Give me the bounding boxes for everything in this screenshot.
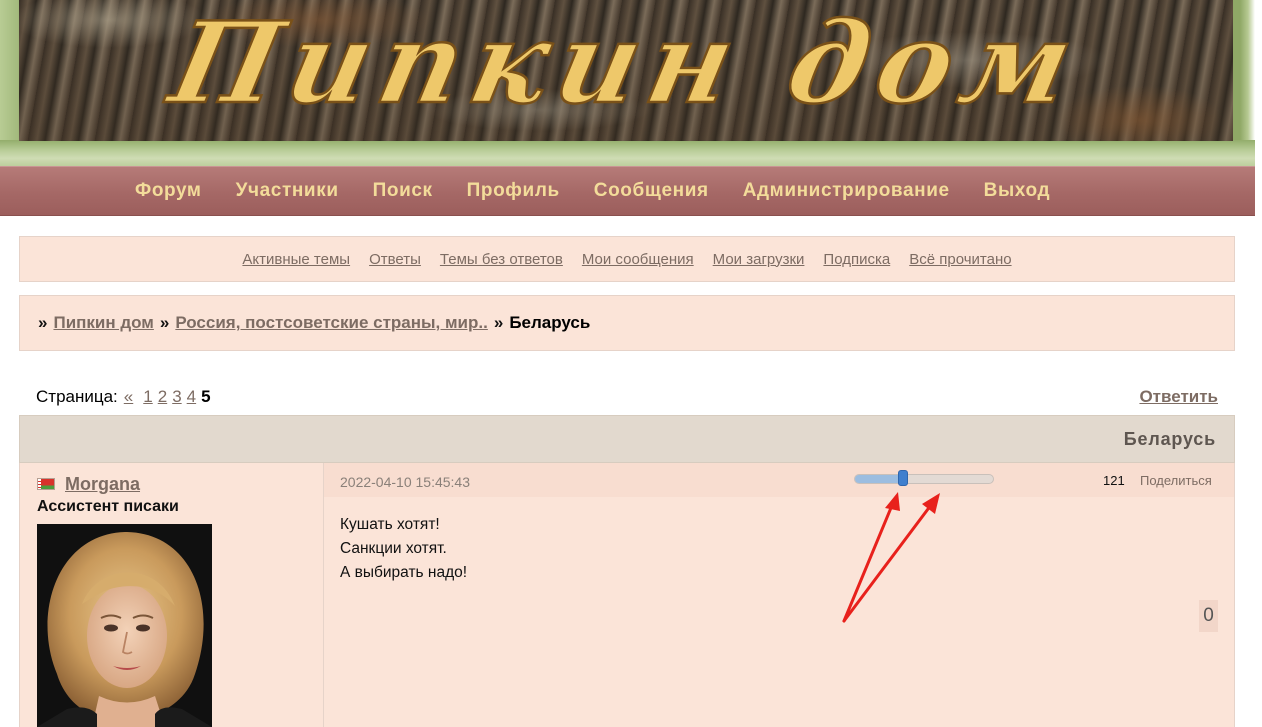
post-rating-slider[interactable] <box>854 470 994 486</box>
reply-button[interactable]: Ответить <box>1139 387 1218 407</box>
site-logo: Пипкин дом <box>156 6 1095 130</box>
nav-item-members[interactable]: Участники <box>219 180 356 202</box>
nav-item-profile[interactable]: Профиль <box>450 180 577 202</box>
post-author-panel: Morgana Ассистент писаки <box>19 463 324 727</box>
topic-title: Беларусь <box>1123 429 1216 449</box>
nav-item-logout[interactable]: Выход <box>967 180 1067 202</box>
breadcrumb: » Пипкин дом » Россия, постсоветские стр… <box>19 295 1235 351</box>
pagination-current-page: 5 <box>201 387 211 406</box>
avatar-portrait <box>37 524 212 727</box>
post-body: Кушать хотят! Санкции хотят. А выбирать … <box>340 513 467 585</box>
topic-header: Беларусь <box>19 415 1235 463</box>
pagination-page-1[interactable]: 1 <box>143 387 152 407</box>
post-author-name[interactable]: Morgana <box>65 474 140 495</box>
breadcrumb-category[interactable]: Россия, постсоветские страны, мир.. <box>175 313 487 333</box>
main-nav-items: Форум Участники Поиск Профиль Сообщения … <box>118 167 1067 215</box>
pagination-prev[interactable]: « <box>124 387 133 407</box>
pagination-page-3[interactable]: 3 <box>172 387 181 407</box>
post-line: Санкции хотят. <box>340 540 447 557</box>
nav-item-forum[interactable]: Форум <box>118 180 219 202</box>
pagination-page-4[interactable]: 4 <box>187 387 196 407</box>
slider-thumb[interactable] <box>898 470 909 486</box>
nav-item-messages[interactable]: Сообщения <box>577 180 726 202</box>
main-nav: Форум Участники Поиск Профиль Сообщения … <box>0 166 1255 216</box>
site-banner[interactable]: Пипкин дом <box>19 0 1233 141</box>
vote-count[interactable]: 0 <box>1199 600 1218 632</box>
quick-link-my-posts[interactable]: Мои сообщения <box>582 251 694 268</box>
nav-item-search[interactable]: Поиск <box>356 180 450 202</box>
pagination-page-2[interactable]: 2 <box>158 387 167 407</box>
belarus-flag-icon <box>37 478 55 490</box>
breadcrumb-home[interactable]: Пипкин дом <box>53 313 153 333</box>
pagination-label: Страница: <box>36 387 118 406</box>
quick-link-my-uploads[interactable]: Мои загрузки <box>713 251 805 268</box>
breadcrumb-separator: » <box>493 313 504 332</box>
quick-link-unanswered[interactable]: Темы без ответов <box>440 251 563 268</box>
site-logo-text: Пипкин дом <box>157 6 1093 129</box>
breadcrumb-separator: » <box>159 313 170 332</box>
quick-link-subscriptions[interactable]: Подписка <box>823 251 890 268</box>
avatar <box>37 524 212 727</box>
slider-fill <box>855 475 904 483</box>
post-date: 2022-04-10 15:45:43 <box>340 474 470 490</box>
quick-link-active-topics[interactable]: Активные темы <box>242 251 350 268</box>
breadcrumb-separator: » <box>38 313 48 332</box>
post-author-title: Ассистент писаки <box>37 498 179 515</box>
post-number: 121 <box>1103 473 1125 488</box>
post-line: Кушать хотят! <box>340 516 440 533</box>
breadcrumb-current: Беларусь <box>509 313 591 332</box>
share-link[interactable]: Поделиться <box>1140 473 1212 488</box>
post-content-panel: 2022-04-10 15:45:43 121 Поделиться Кушат… <box>324 463 1235 727</box>
quick-link-replies[interactable]: Ответы <box>369 251 421 268</box>
quick-link-mark-all-read[interactable]: Всё прочитано <box>909 251 1011 268</box>
post-line: А выбирать надо! <box>340 564 468 581</box>
nav-item-admin[interactable]: Администрирование <box>726 180 967 202</box>
pagination: Страница: « 1 2 3 4 5 <box>36 387 211 407</box>
quick-links-bar: Активные темы Ответы Темы без ответов Мо… <box>19 236 1235 282</box>
post-meta-bar: 2022-04-10 15:45:43 121 Поделиться <box>324 463 1234 497</box>
